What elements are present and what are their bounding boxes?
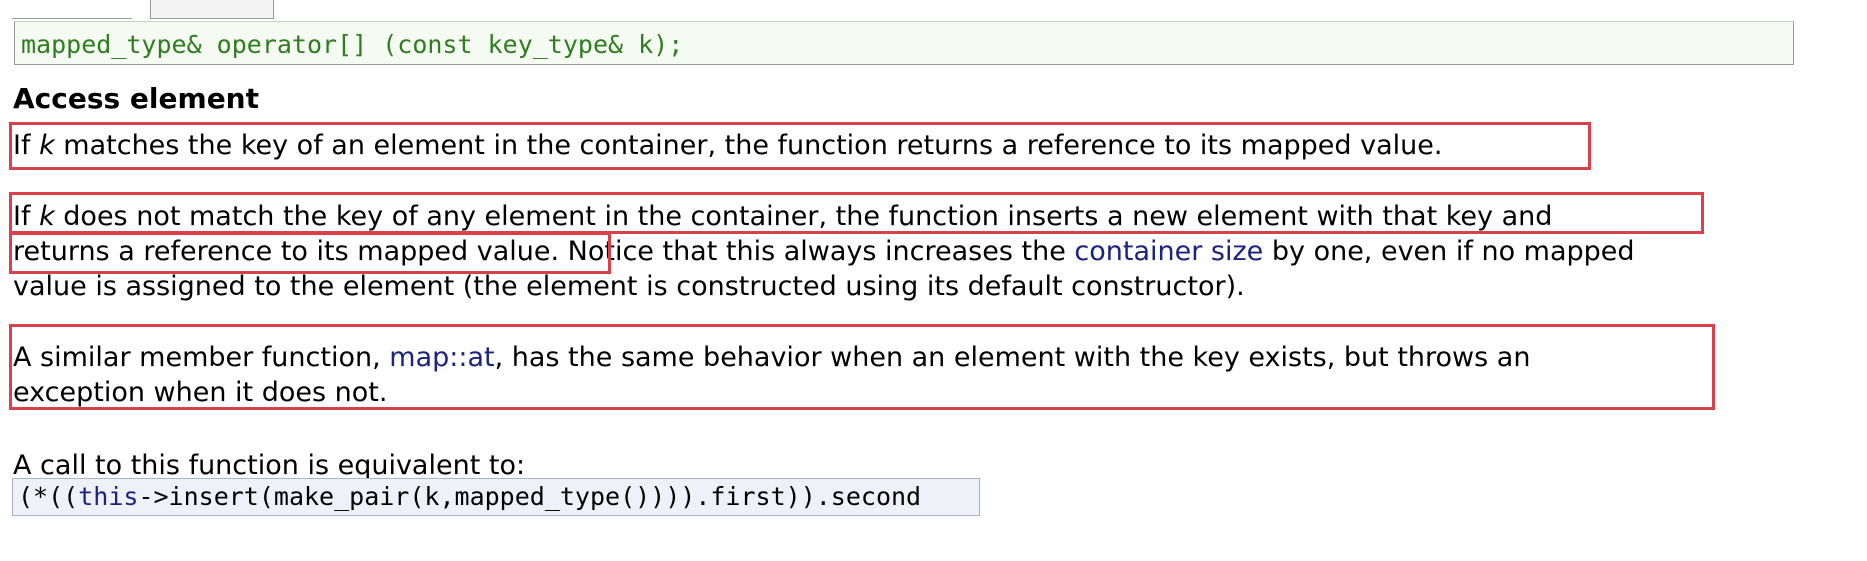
paragraph-no-match-line3: value is assigned to the element (the el… [13,271,1245,302]
p2-notice-after: by one, even if no mapped [1263,236,1635,267]
section-heading: Access element [13,82,259,115]
annotation-box-2a [9,192,1704,234]
prototype-signature: mapped_type& operator[] (const key_type&… [21,30,684,59]
code-suffix: ->insert(make_pair(k,mapped_type()))).fi… [138,482,922,511]
tab-strip [12,0,132,19]
annotation-box-1 [9,122,1591,170]
p2-notice-text: Notice that this always increases the [559,236,1075,267]
code-prefix: (*(( [18,482,79,511]
annotation-box-2b [9,232,611,274]
active-tab[interactable] [150,0,274,19]
annotation-box-3 [9,324,1715,410]
code-keyword-this: this [78,482,139,511]
equivalent-code: (*((this->insert(make_pair(k,mapped_type… [18,482,921,512]
container-size-link[interactable]: container size [1074,236,1263,267]
